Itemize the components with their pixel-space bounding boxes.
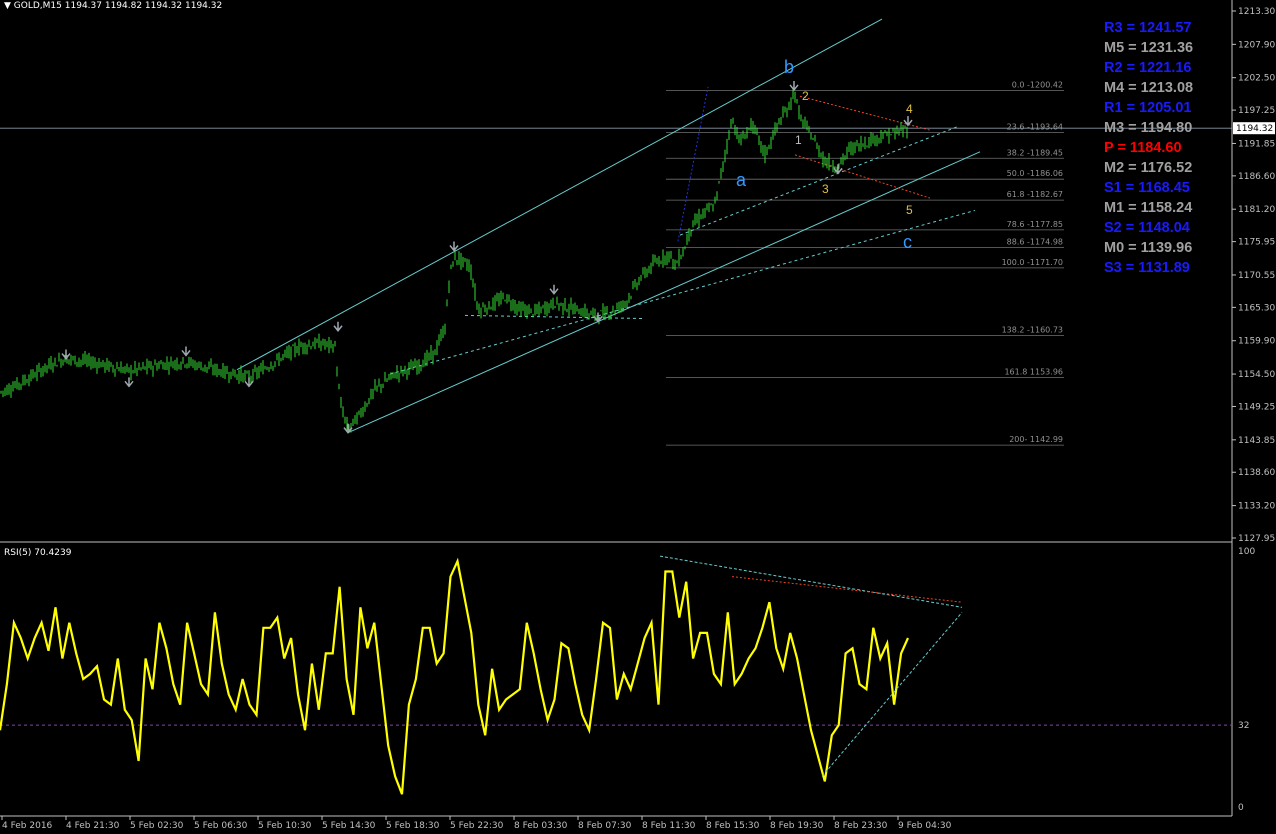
x-tick-label: 8 Feb 07:30 xyxy=(578,821,632,831)
x-tick-label: 5 Feb 10:30 xyxy=(258,821,312,831)
rsi-tick-label: 0 xyxy=(1238,803,1244,813)
x-tick-label: 9 Feb 04:30 xyxy=(898,821,952,831)
fractal-arrow xyxy=(244,377,254,388)
y-tick-label: 1186.60 xyxy=(1238,172,1275,182)
sub-wave-label: 4 xyxy=(906,102,913,116)
fib-label: 138.2 -1160.73 xyxy=(1002,326,1063,335)
y-tick-label: 1213.30 xyxy=(1238,7,1275,17)
x-tick-label: 8 Feb 11:30 xyxy=(642,821,696,831)
fib-label: 100.0 -1171.70 xyxy=(1002,258,1063,267)
chart-title: ▼ GOLD,M15 1194.37 1194.82 1194.32 1194.… xyxy=(4,1,222,11)
rsi-trend-upper xyxy=(659,555,963,608)
y-tick-label: 1202.50 xyxy=(1238,74,1275,84)
fib-label: 78.6 -1177.85 xyxy=(1007,220,1063,229)
wave-label: a xyxy=(736,170,747,190)
price-pane: 1213.30 1207.90 1202.50 1197.25 1191.85 1186.… xyxy=(0,0,1275,831)
pivot-s1: S1 = 1168.45 xyxy=(1104,180,1190,196)
x-tick-label: 5 Feb 14:30 xyxy=(322,821,376,831)
fib-label: 200- 1142.99 xyxy=(1009,435,1063,444)
symbol-timeframe: GOLD,M15 xyxy=(13,1,62,11)
pivot-m4: M4 = 1213.08 xyxy=(1104,80,1194,96)
y-tick-label: 1170.55 xyxy=(1238,271,1275,281)
fib-label: 38.2 -1189.45 xyxy=(1007,148,1063,157)
menu-arrow-icon[interactable]: ▼ xyxy=(4,1,11,11)
fib-label: 0.0 -1200.42 xyxy=(1012,81,1063,90)
pivot-m1: M1 = 1158.24 xyxy=(1104,200,1193,216)
rsi-pane: 100 32 0 xyxy=(0,547,1255,813)
fib-label: 88.6 -1174.98 xyxy=(1007,238,1063,247)
y-tick-label: 1159.90 xyxy=(1238,337,1275,347)
pivot-r2: R2 = 1221.16 xyxy=(1104,60,1192,76)
x-tick-label: 4 Feb 21:30 xyxy=(66,821,120,831)
pivot-p: P = 1184.60 xyxy=(1104,140,1182,156)
pivot-m5: M5 = 1231.36 xyxy=(1104,40,1194,56)
y-tick-label: 1165.30 xyxy=(1238,303,1275,313)
ohlc-values: 1194.37 1194.82 1194.32 1194.32 xyxy=(64,1,223,11)
y-tick-label: 1143.85 xyxy=(1238,436,1275,446)
y-tick-label: 1149.25 xyxy=(1238,402,1275,412)
pivot-m3: M3 = 1194.80 xyxy=(1104,120,1193,136)
fib-label: 61.8 -1182.67 xyxy=(1007,190,1063,199)
y-tick-label: 1181.20 xyxy=(1238,205,1275,215)
rsi-line xyxy=(0,557,910,795)
x-tick-label: 5 Feb 06:30 xyxy=(194,821,248,831)
pivot-s3: S3 = 1131.89 xyxy=(1104,260,1190,276)
y-tick-label: 1191.85 xyxy=(1238,139,1275,149)
channel-line xyxy=(347,151,981,434)
current-price-label: 1194.32 xyxy=(1236,124,1273,134)
y-tick-label: 1154.50 xyxy=(1238,370,1275,380)
channel-line xyxy=(464,314,643,319)
chart-canvas[interactable]: 1213.30 1207.90 1202.50 1197.25 1191.85 1186.… xyxy=(0,0,1276,834)
rsi-title: RSI(5) 70.4239 xyxy=(4,548,72,558)
fractal-arrow xyxy=(789,80,799,92)
x-tick-label: 5 Feb 22:30 xyxy=(450,821,504,831)
pivot-s2: S2 = 1148.04 xyxy=(1104,220,1190,236)
rsi-trend-lower xyxy=(821,612,963,777)
y-tick-label: 1175.95 xyxy=(1238,238,1275,248)
pivot-m2: M2 = 1176.52 xyxy=(1104,160,1193,176)
fractal-arrow xyxy=(181,346,191,357)
fib-label: 161.8 1153.96 xyxy=(1004,367,1063,376)
wave-label: c xyxy=(903,232,912,252)
sub-wave-label: 5 xyxy=(906,203,913,217)
x-tick-label: 4 Feb 2016 xyxy=(2,821,53,831)
fractal-arrow xyxy=(124,377,134,388)
fractal-arrow xyxy=(333,321,343,332)
y-tick-label: 1138.60 xyxy=(1238,468,1275,478)
x-tick-label: 8 Feb 23:30 xyxy=(834,821,888,831)
fractal-arrow xyxy=(449,241,459,252)
x-tick-label: 8 Feb 19:30 xyxy=(770,821,824,831)
channel-line xyxy=(679,125,959,236)
fib-label: 50.0 -1186.06 xyxy=(1007,169,1063,178)
y-tick-label: 1127.95 xyxy=(1238,534,1275,544)
channel-line xyxy=(389,209,976,375)
pivot-r1: R1 = 1205.01 xyxy=(1104,100,1192,116)
fractal-arrow xyxy=(549,284,559,295)
y-tick-label: 1133.20 xyxy=(1238,502,1275,512)
x-tick-label: 8 Feb 15:30 xyxy=(706,821,760,831)
x-tick-label: 8 Feb 03:30 xyxy=(514,821,568,831)
fib-label: 23.6 -1193.64 xyxy=(1007,122,1063,131)
rsi-trend-red xyxy=(731,576,963,603)
fractal-arrow xyxy=(61,349,71,360)
pivot-r3: R3 = 1241.57 xyxy=(1104,20,1192,36)
wave-label: b xyxy=(784,57,794,77)
pivot-m0: M0 = 1139.96 xyxy=(1104,240,1193,256)
x-tick-label: 5 Feb 02:30 xyxy=(130,821,184,831)
sub-wave-label: 3 xyxy=(822,182,829,196)
sub-wave-label: 1 xyxy=(795,133,802,147)
sub-wave-label: 2 xyxy=(802,89,809,103)
y-tick-label: 1197.25 xyxy=(1238,106,1275,116)
x-tick-label: 5 Feb 18:30 xyxy=(386,821,440,831)
rsi-tick-label: 100 xyxy=(1238,547,1255,557)
rsi-tick-label: 32 xyxy=(1238,721,1249,731)
pivot-levels-panel: R3 = 1241.57 M5 = 1231.36 R2 = 1221.16 M… xyxy=(1104,18,1204,278)
y-tick-label: 1207.90 xyxy=(1238,40,1275,50)
support-line-red xyxy=(794,154,931,199)
